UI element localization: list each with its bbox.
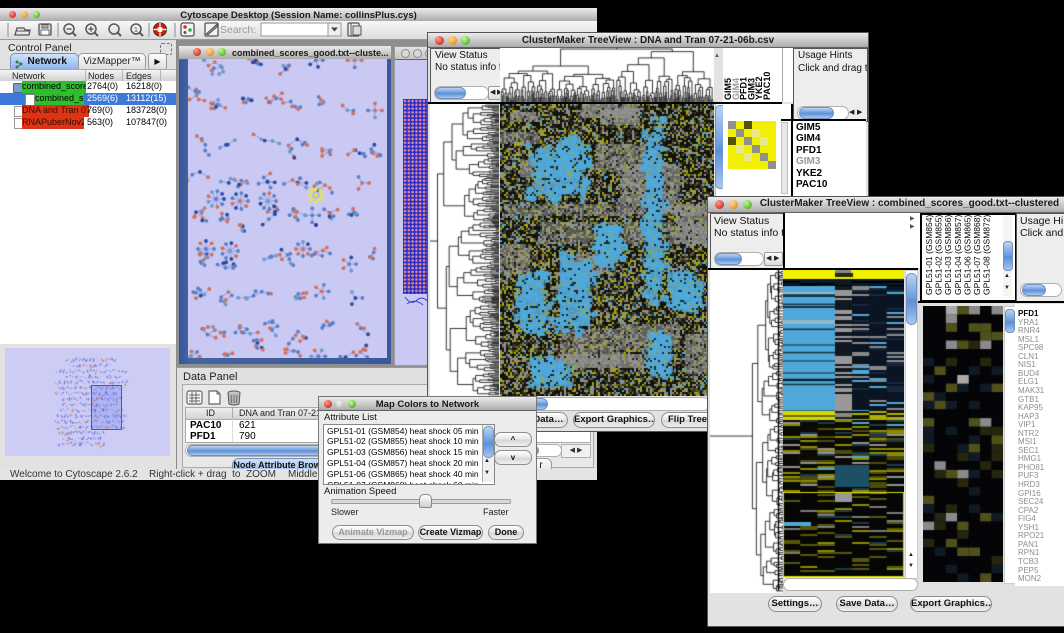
svg-text:GPL51-06 (GSM865): GPL51-06 (GSM865) xyxy=(962,215,972,295)
svg-text:GPL51-07 (GSM868): GPL51-07 (GSM868) xyxy=(972,215,982,295)
svg-text:GPL51-03 (GSM856): GPL51-03 (GSM856) xyxy=(943,215,953,295)
svg-text:GPL51-01 (GSM854): GPL51-01 (GSM854) xyxy=(924,215,934,295)
svg-text:GPL51-08 (GSM872): GPL51-08 (GSM872) xyxy=(982,215,992,295)
svg-text:GPL51-02 (GSM855): GPL51-02 (GSM855) xyxy=(934,215,944,295)
svg-text:PAC10: PAC10 xyxy=(762,72,772,100)
svg-text:Search:: Search: xyxy=(220,24,256,36)
svg-text:1: 1 xyxy=(134,27,138,34)
svg-text:GPL51-04 (GSM857): GPL51-04 (GSM857) xyxy=(953,215,963,295)
